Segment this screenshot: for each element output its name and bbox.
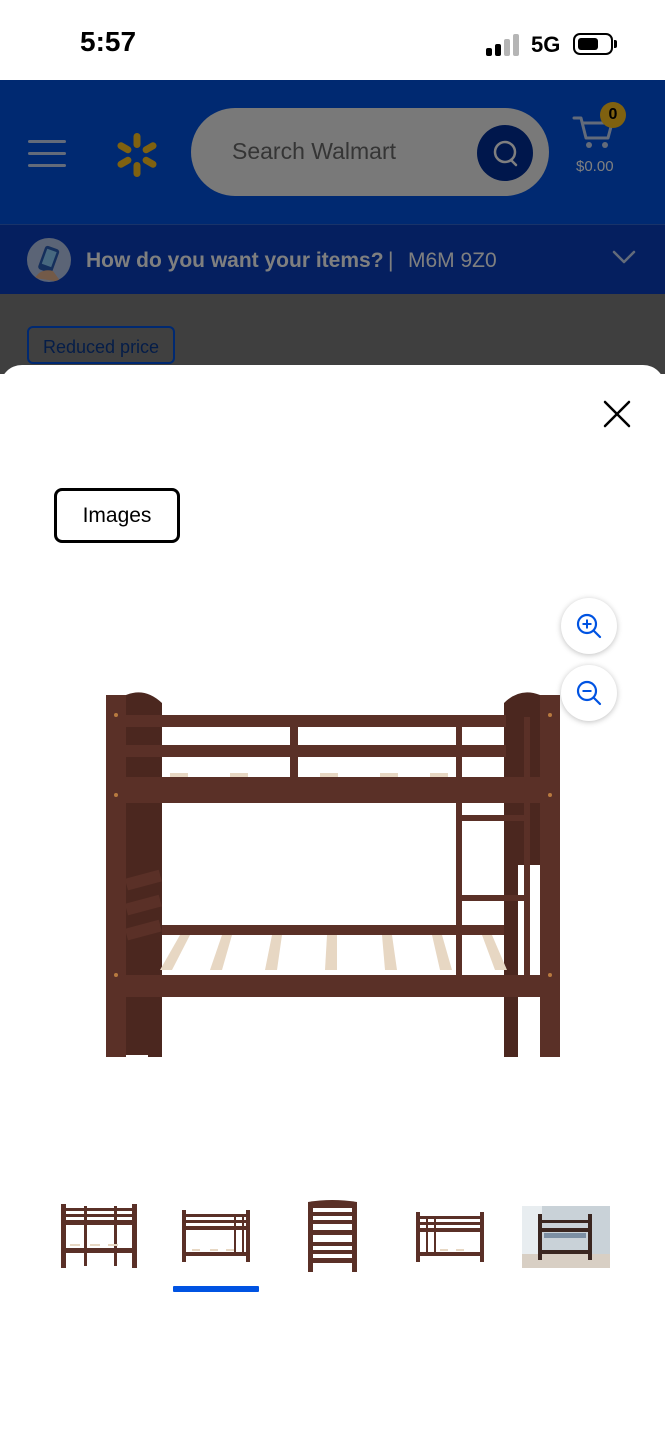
thumbnail-bunk-bed-front-small[interactable] [406, 1200, 494, 1272]
thumbnail-bunk-bed-room-photo[interactable] [522, 1200, 610, 1272]
close-icon[interactable] [602, 399, 632, 429]
product-image-main[interactable] [100, 685, 570, 1065]
status-time: 5:57 [80, 26, 137, 57]
thumbnail-bunk-bed-side[interactable] [290, 1200, 378, 1272]
signal-icon [486, 34, 520, 56]
modal-backdrop[interactable] [0, 80, 665, 374]
thumbnail-bunk-bed-front[interactable] [172, 1200, 260, 1272]
zoom-in-icon [576, 613, 602, 639]
status-bar: 5:57 5G [0, 0, 665, 80]
zoom-out-icon [576, 680, 602, 706]
tab-images[interactable]: Images [54, 488, 180, 543]
thumbnail-bunk-bed-angled[interactable] [56, 1200, 144, 1272]
zoom-in-button[interactable] [561, 598, 617, 654]
selected-thumbnail-indicator [173, 1286, 259, 1292]
image-viewer-modal: Images [0, 365, 665, 1440]
battery-tip [614, 40, 617, 48]
network-type: 5G [531, 32, 561, 57]
battery-icon [573, 33, 613, 55]
